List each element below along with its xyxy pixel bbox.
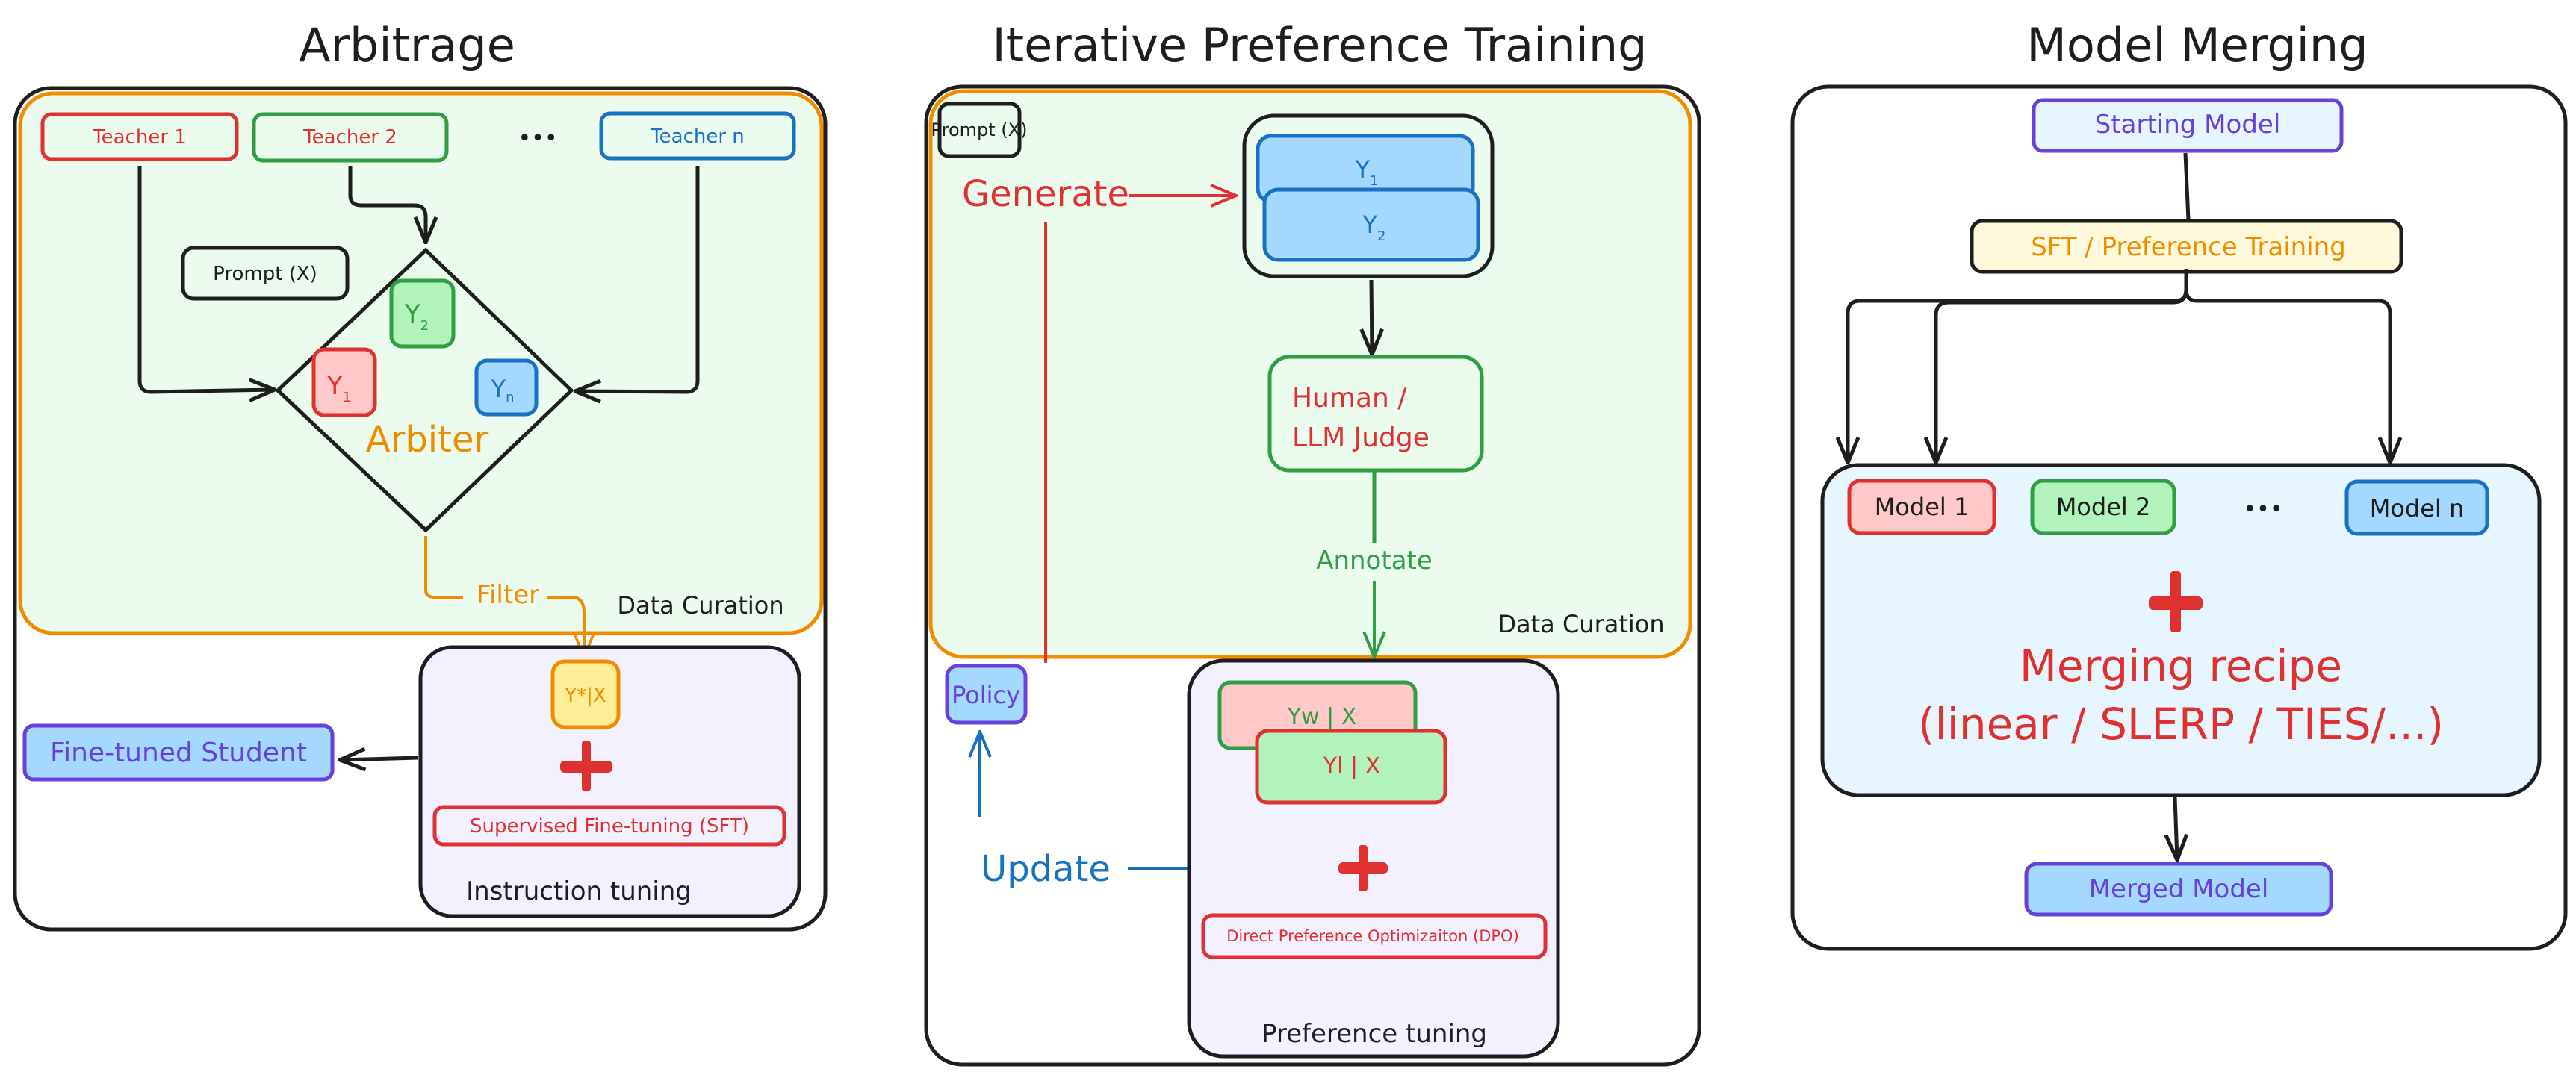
prompt-label: Prompt (X) (213, 263, 317, 285)
instruction-tuning-label: Instruction tuning (466, 876, 692, 906)
response-y1-label: Y (326, 371, 343, 401)
dpo-method-label: Direct Preference Optimizaiton (DPO) (1226, 927, 1519, 945)
judge-label-line2: LLM Judge (1292, 423, 1430, 453)
model-n-label: Model n (2370, 494, 2465, 523)
policy-label: Policy (952, 681, 1020, 709)
model-ellipsis: ••• (2243, 496, 2282, 523)
response-y2-sub: 2 (420, 318, 429, 334)
response-yn-label: Y (491, 375, 506, 403)
merging-title: Model Merging (2026, 18, 2368, 72)
teacher-ellipsis: ••• (518, 125, 557, 152)
arbiter-label: Arbiter (366, 419, 489, 461)
generated-y2[interactable]: Y2 (1262, 187, 1480, 262)
update-label: Update (981, 848, 1111, 890)
response-y2-label: Y (404, 299, 420, 329)
fine-tuned-student-node[interactable]: Fine-tuned Student (22, 723, 335, 782)
generated-y2-sub: 2 (1377, 228, 1385, 244)
model-2-label: Model 2 (2056, 493, 2151, 521)
teacher-n-label: Teacher n (650, 125, 745, 148)
training-node[interactable]: SFT / Preference Training (1970, 219, 2403, 274)
merging-recipe-options: (linear / SLERP / TIES/...) (1918, 699, 2444, 750)
generated-y1-sub: 1 (1370, 173, 1378, 189)
to-judge-arrow (1371, 279, 1372, 355)
filter-label: Filter (477, 580, 539, 610)
arbitrage-data-curation-label: Data Curation (617, 591, 783, 620)
response-yn-sub: n (506, 390, 514, 405)
diagram-canvas: Arbitrage Teacher 1 Teacher 2 ••• Teache… (13, 18, 2568, 1067)
starting-model-node[interactable]: Starting Model (2032, 98, 2344, 153)
training-label: SFT / Preference Training (2031, 232, 2346, 262)
annotate-label: Annotate (1316, 546, 1433, 576)
selected-response-label: Y*|X (564, 685, 606, 707)
response-y1-sub: 1 (343, 390, 351, 405)
fine-tuned-student-label: Fine-tuned Student (50, 738, 307, 768)
iterative-title: Iterative Preference Training (993, 18, 1648, 72)
generate-label: Generate (962, 173, 1129, 215)
iterative-prompt-label: Prompt (X) (931, 119, 1028, 140)
to-merged-arrow (2175, 797, 2177, 860)
model-2-node[interactable]: Model 2 (2030, 479, 2176, 535)
arbitrage-panel: Arbitrage Teacher 1 Teacher 2 ••• Teache… (13, 18, 828, 932)
response-y2[interactable]: Y2 (389, 278, 456, 349)
judge-label-line1: Human / (1292, 383, 1407, 414)
rejected-response-node[interactable]: Yl | X (1255, 729, 1447, 805)
response-yn[interactable]: Yn (474, 358, 539, 417)
merging-recipe-title: Merging recipe (2020, 641, 2342, 691)
teacher-2-label: Teacher 2 (302, 126, 397, 149)
chosen-response-label: Yw | X (1287, 704, 1357, 730)
iterative-panel: Iterative Preference Training Prompt (X)… (924, 18, 1701, 1067)
model-1-label: Model 1 (1875, 493, 1970, 521)
student-arrow (340, 758, 419, 760)
rejected-response-label: Yl | X (1323, 753, 1380, 779)
merged-model-node[interactable]: Merged Model (2024, 862, 2333, 917)
iterative-data-curation-label: Data Curation (1498, 610, 1664, 638)
teacher-1-label: Teacher 1 (92, 126, 187, 149)
generated-y1-label: Y (1355, 155, 1371, 184)
model-n-node[interactable]: Model n (2344, 479, 2489, 536)
arbitrage-title: Arbitrage (299, 18, 515, 72)
selected-response-node[interactable]: Y*|X (550, 659, 621, 729)
response-y1[interactable]: Y1 (311, 347, 377, 417)
sft-method-label: Supervised Fine-tuning (SFT) (470, 815, 749, 838)
model-1-node[interactable]: Model 1 (1847, 479, 1996, 535)
policy-node[interactable]: Policy (945, 664, 1028, 725)
merged-model-label: Merged Model (2089, 874, 2269, 904)
merging-panel: Model Merging Starting Model SFT / Prefe… (1790, 18, 2568, 951)
preference-tuning-label: Preference tuning (1261, 1019, 1487, 1049)
generated-y2-label: Y (1362, 211, 1378, 239)
starting-model-label: Starting Model (2095, 110, 2281, 140)
